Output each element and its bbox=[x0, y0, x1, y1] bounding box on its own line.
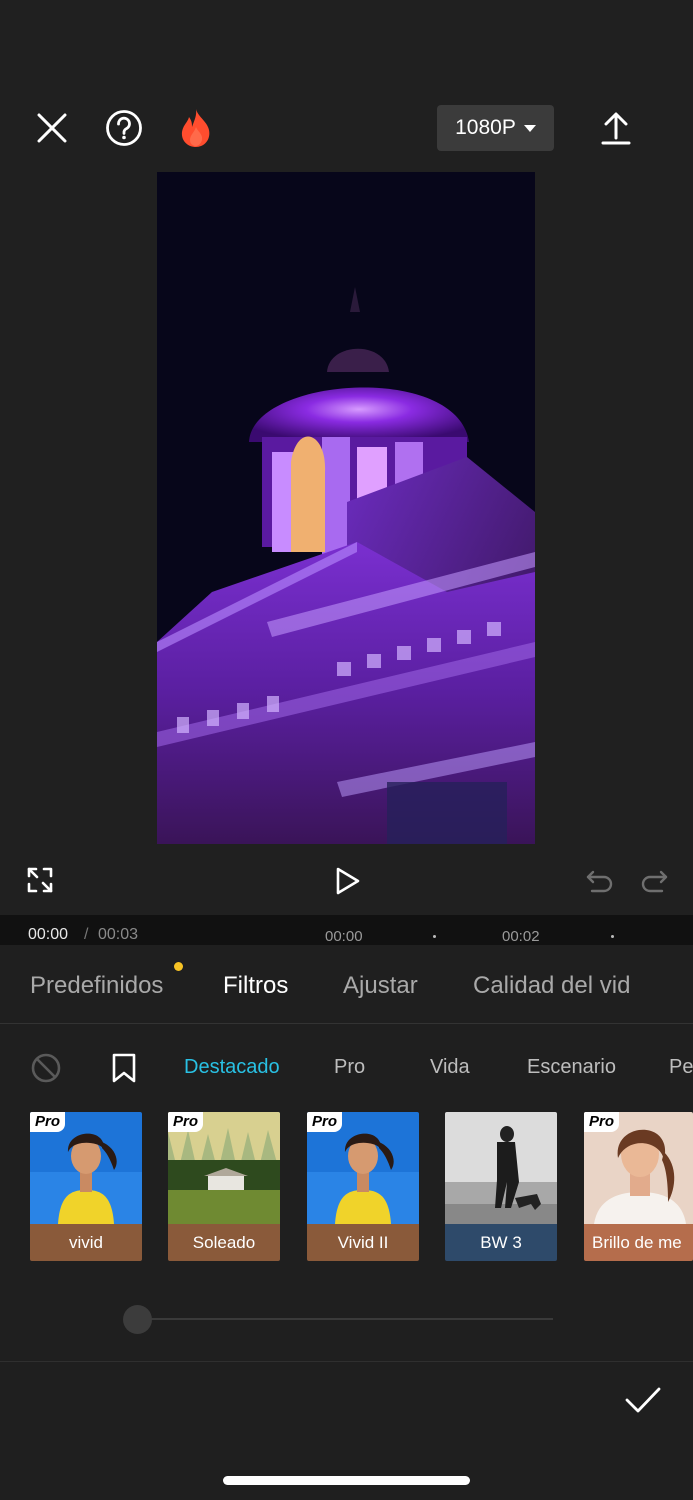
help-icon bbox=[106, 110, 142, 146]
pro-badge: Pro bbox=[168, 1112, 204, 1132]
timeline-dot bbox=[433, 935, 436, 938]
check-icon bbox=[625, 1387, 661, 1413]
timeline-tick: 00:00 bbox=[325, 928, 363, 945]
redo-icon bbox=[641, 870, 668, 893]
total-duration: 00:03 bbox=[98, 926, 139, 943]
fullscreen-icon bbox=[27, 867, 53, 893]
resolution-dropdown[interactable]: 1080P bbox=[437, 105, 554, 151]
redo-button[interactable] bbox=[636, 862, 672, 898]
notification-dot bbox=[174, 962, 183, 971]
chevron-down-icon bbox=[523, 124, 536, 132]
confirm-button[interactable] bbox=[620, 1380, 666, 1420]
category-pro[interactable]: Pro bbox=[334, 1056, 365, 1079]
no-filter-button[interactable] bbox=[28, 1050, 64, 1086]
filter-item-vivid[interactable]: Pro vivid bbox=[30, 1112, 142, 1261]
filter-item-bw-3[interactable]: BW 3 bbox=[445, 1112, 557, 1261]
close-icon bbox=[37, 113, 67, 143]
fullscreen-button[interactable] bbox=[22, 862, 58, 898]
category-escenario[interactable]: Escenario bbox=[527, 1056, 616, 1079]
filter-item-vivid-ii[interactable]: Pro Vivid II bbox=[307, 1112, 419, 1261]
undo-icon bbox=[586, 870, 613, 893]
filter-label: BW 3 bbox=[445, 1224, 557, 1261]
pro-badge: Pro bbox=[30, 1112, 66, 1132]
ban-icon bbox=[31, 1053, 61, 1083]
tab-predefinidos[interactable]: Predefinidos bbox=[30, 972, 163, 1000]
home-indicator bbox=[223, 1476, 470, 1485]
time-separator: / bbox=[84, 926, 89, 943]
fire-icon bbox=[181, 109, 210, 147]
category-vida[interactable]: Vida bbox=[430, 1056, 470, 1079]
tab-ajustar[interactable]: Ajustar bbox=[343, 972, 418, 1000]
category-pe[interactable]: Pe bbox=[669, 1056, 693, 1079]
intensity-slider-handle[interactable] bbox=[123, 1305, 152, 1334]
preview-image bbox=[157, 172, 535, 844]
filter-item-brillo[interactable]: Pro Brillo de me bbox=[584, 1112, 693, 1261]
filter-label: vivid bbox=[30, 1224, 142, 1261]
saved-filters-button[interactable] bbox=[106, 1050, 142, 1086]
bookmark-icon bbox=[112, 1053, 136, 1083]
filter-label: Brillo de me bbox=[584, 1224, 693, 1261]
filter-item-soleado[interactable]: Pro Soleado bbox=[168, 1112, 280, 1261]
tab-calidad[interactable]: Calidad del vid bbox=[473, 972, 630, 1000]
filter-label: Vivid II bbox=[307, 1224, 419, 1261]
tabs-divider bbox=[0, 1023, 693, 1024]
undo-button[interactable] bbox=[582, 862, 618, 898]
timeline-dot bbox=[611, 935, 614, 938]
filter-label: Soleado bbox=[168, 1224, 280, 1261]
close-button[interactable] bbox=[30, 106, 74, 150]
pro-badge: Pro bbox=[307, 1112, 343, 1132]
play-icon bbox=[336, 867, 360, 895]
footer-divider bbox=[0, 1361, 693, 1362]
filter-thumbnail bbox=[445, 1112, 557, 1224]
trending-button[interactable] bbox=[174, 104, 218, 152]
help-button[interactable] bbox=[102, 106, 146, 150]
export-icon bbox=[601, 112, 631, 145]
resolution-label: 1080P bbox=[455, 116, 516, 139]
pro-badge: Pro bbox=[584, 1112, 620, 1132]
current-time: 00:00 bbox=[28, 926, 69, 943]
video-preview[interactable] bbox=[157, 172, 535, 844]
timeline-tick: 00:02 bbox=[502, 928, 540, 945]
category-destacado[interactable]: Destacado bbox=[184, 1056, 280, 1079]
tab-filtros[interactable]: Filtros bbox=[223, 972, 288, 1000]
intensity-slider-track[interactable] bbox=[138, 1318, 553, 1320]
play-button[interactable] bbox=[326, 860, 368, 902]
timeline-strip[interactable]: 00:00 / 00:03 00:00 00:02 bbox=[0, 915, 693, 945]
export-button[interactable] bbox=[594, 106, 638, 150]
